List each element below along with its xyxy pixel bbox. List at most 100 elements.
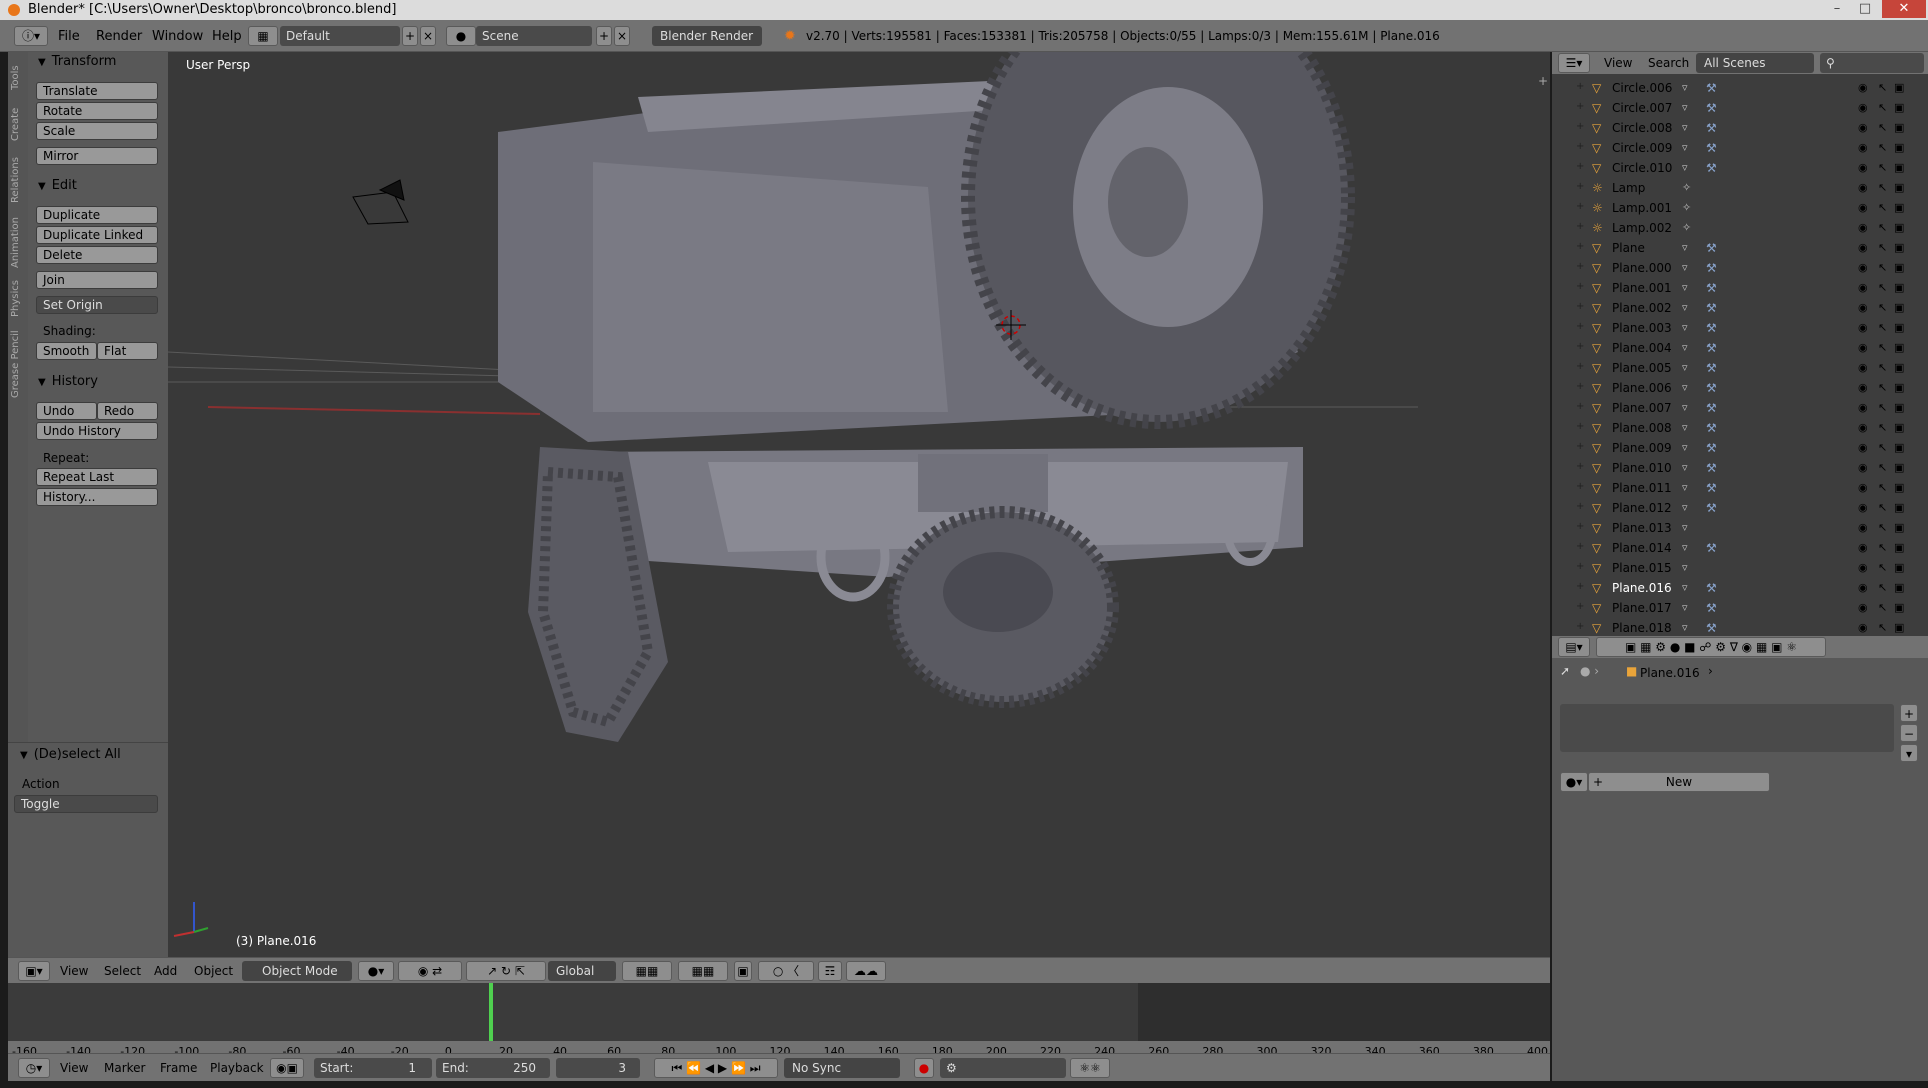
- outliner-row[interactable]: + ▽ Circle.006 ▿ ◉ ↖ ▣ ⚒: [1552, 78, 1928, 98]
- render-engine-dropdown[interactable]: Blender Render: [652, 26, 762, 46]
- outliner-row[interactable]: + ▽ Plane.016 ▿ ◉ ↖ ▣ ⚒: [1552, 578, 1928, 598]
- orientation-dropdown[interactable]: Global: [548, 961, 616, 981]
- renderability-camera-icon[interactable]: ▣: [1894, 261, 1904, 274]
- minimize-icon[interactable]: –: [1824, 0, 1850, 18]
- menu-view[interactable]: View: [1604, 56, 1632, 70]
- renderability-camera-icon[interactable]: ▣: [1894, 301, 1904, 314]
- display-mode-dropdown[interactable]: All Scenes: [1696, 53, 1814, 73]
- selectability-cursor-icon[interactable]: ↖: [1878, 161, 1887, 174]
- delete-button[interactable]: Delete: [36, 246, 158, 264]
- selectability-cursor-icon[interactable]: ↖: [1878, 601, 1887, 614]
- redo-button[interactable]: Redo: [97, 402, 158, 420]
- keying-set-field[interactable]: ⚙: [940, 1058, 1066, 1078]
- renderability-camera-icon[interactable]: ▣: [1894, 461, 1904, 474]
- tab-physics[interactable]: Physics: [10, 276, 26, 322]
- visibility-eye-icon[interactable]: ◉: [1858, 401, 1868, 414]
- screen-layout-icon[interactable]: ▦: [248, 26, 278, 46]
- undo-history-button[interactable]: Undo History: [36, 422, 158, 440]
- visibility-eye-icon[interactable]: ◉: [1858, 301, 1868, 314]
- selectability-cursor-icon[interactable]: ↖: [1878, 281, 1887, 294]
- visibility-eye-icon[interactable]: ◉: [1858, 421, 1868, 434]
- end-frame-field[interactable]: End: 250: [436, 1058, 550, 1078]
- pivot-icon[interactable]: ◉ ⇄: [398, 961, 462, 981]
- outliner-row[interactable]: + ▽ Plane.012 ▿ ◉ ↖ ▣ ⚒: [1552, 498, 1928, 518]
- outliner-row[interactable]: + ▽ Plane.013 ▿ ◉ ↖ ▣: [1552, 518, 1928, 538]
- selectability-cursor-icon[interactable]: ↖: [1878, 521, 1887, 534]
- visibility-eye-icon[interactable]: ◉: [1858, 81, 1868, 94]
- visibility-eye-icon[interactable]: ◉: [1858, 241, 1868, 254]
- close-icon[interactable]: ✕: [1882, 0, 1926, 18]
- renderability-camera-icon[interactable]: ▣: [1894, 481, 1904, 494]
- editor-type-icon[interactable]: ▣▾: [18, 961, 50, 981]
- proportional-edit-icon[interactable]: ○ 〈: [758, 961, 814, 981]
- new-material-button[interactable]: + New: [1588, 772, 1770, 792]
- selectability-cursor-icon[interactable]: ↖: [1878, 301, 1887, 314]
- outliner-row[interactable]: + ☼ Lamp.001 ✧ ◉ ↖ ▣: [1552, 198, 1928, 218]
- visibility-eye-icon[interactable]: ◉: [1858, 221, 1868, 234]
- selectability-cursor-icon[interactable]: ↖: [1878, 361, 1887, 374]
- renderability-camera-icon[interactable]: ▣: [1894, 101, 1904, 114]
- layers-2-icon[interactable]: ▦▦: [678, 961, 728, 981]
- selectability-cursor-icon[interactable]: ↖: [1878, 81, 1887, 94]
- menu-add[interactable]: Add: [154, 964, 177, 978]
- visibility-eye-icon[interactable]: ◉: [1858, 581, 1868, 594]
- menu-select[interactable]: Select: [104, 964, 141, 978]
- selectability-cursor-icon[interactable]: ↖: [1878, 241, 1887, 254]
- selectability-cursor-icon[interactable]: ↖: [1878, 401, 1887, 414]
- menu-render[interactable]: Render: [96, 29, 142, 44]
- edit-panel-header[interactable]: ▼ Edit: [38, 178, 77, 193]
- renderability-camera-icon[interactable]: ▣: [1894, 521, 1904, 534]
- renderability-camera-icon[interactable]: ▣: [1894, 421, 1904, 434]
- visibility-eye-icon[interactable]: ◉: [1858, 201, 1868, 214]
- history-button[interactable]: History...: [36, 488, 158, 506]
- rotate-button[interactable]: Rotate: [36, 102, 158, 120]
- selectability-cursor-icon[interactable]: ↖: [1878, 381, 1887, 394]
- transform-panel-header[interactable]: ▼ Transform: [38, 54, 116, 69]
- outliner-row[interactable]: + ▽ Plane.007 ▿ ◉ ↖ ▣ ⚒: [1552, 398, 1928, 418]
- selectability-cursor-icon[interactable]: ↖: [1878, 621, 1887, 634]
- renderability-camera-icon[interactable]: ▣: [1894, 441, 1904, 454]
- outliner-row[interactable]: + ▽ Circle.008 ▿ ◉ ↖ ▣ ⚒: [1552, 118, 1928, 138]
- menu-file[interactable]: File: [58, 29, 80, 44]
- renderability-camera-icon[interactable]: ▣: [1894, 161, 1904, 174]
- renderability-camera-icon[interactable]: ▣: [1894, 581, 1904, 594]
- outliner-row[interactable]: + ▽ Plane.004 ▿ ◉ ↖ ▣ ⚒: [1552, 338, 1928, 358]
- outliner-row[interactable]: + ▽ Plane.002 ▿ ◉ ↖ ▣ ⚒: [1552, 298, 1928, 318]
- menu-window[interactable]: Window: [152, 29, 203, 44]
- outliner-row[interactable]: + ▽ Plane.001 ▿ ◉ ↖ ▣ ⚒: [1552, 278, 1928, 298]
- maximize-icon[interactable]: □: [1852, 0, 1878, 18]
- add-screen-icon[interactable]: +: [402, 26, 418, 46]
- scene-icon[interactable]: ●: [446, 26, 476, 46]
- visibility-eye-icon[interactable]: ◉: [1858, 481, 1868, 494]
- selectability-cursor-icon[interactable]: ↖: [1878, 421, 1887, 434]
- duplicate-button[interactable]: Duplicate: [36, 206, 158, 224]
- outliner-row[interactable]: + ▽ Circle.009 ▿ ◉ ↖ ▣ ⚒: [1552, 138, 1928, 158]
- renderability-camera-icon[interactable]: ▣: [1894, 141, 1904, 154]
- flat-button[interactable]: Flat: [97, 342, 158, 360]
- outliner-row[interactable]: + ▽ Plane.018 ▿ ◉ ↖ ▣ ⚒: [1552, 618, 1928, 636]
- selectability-cursor-icon[interactable]: ↖: [1878, 581, 1887, 594]
- outliner-row[interactable]: + ☼ Lamp.002 ✧ ◉ ↖ ▣: [1552, 218, 1928, 238]
- add-slot-icon[interactable]: +: [1900, 704, 1918, 722]
- visibility-eye-icon[interactable]: ◉: [1858, 281, 1868, 294]
- timeline[interactable]: -160 -140 -120 -100 -80 -60 -40 -20 0 20 40 60 80 100…: [8, 983, 1550, 1058]
- layers-icon[interactable]: ▦▦: [622, 961, 672, 981]
- smooth-button[interactable]: Smooth: [36, 342, 97, 360]
- add-scene-icon[interactable]: +: [596, 26, 612, 46]
- scene-field[interactable]: Scene: [476, 26, 592, 46]
- screen-layout-field[interactable]: Default: [280, 26, 400, 46]
- visibility-eye-icon[interactable]: ◉: [1858, 161, 1868, 174]
- plus-icon[interactable]: +: [1538, 74, 1548, 88]
- renderability-camera-icon[interactable]: ▣: [1894, 561, 1904, 574]
- renderability-camera-icon[interactable]: ▣: [1894, 361, 1904, 374]
- renderability-camera-icon[interactable]: ▣: [1894, 121, 1904, 134]
- renderability-camera-icon[interactable]: ▣: [1894, 201, 1904, 214]
- material-browse-icon[interactable]: ●▾: [1560, 772, 1588, 792]
- outliner-row[interactable]: + ▽ Plane.011 ▿ ◉ ↖ ▣ ⚒: [1552, 478, 1928, 498]
- tab-create[interactable]: Create: [10, 100, 26, 148]
- render-preview-icon[interactable]: ☁☁: [846, 961, 886, 981]
- remove-slot-icon[interactable]: −: [1900, 724, 1918, 742]
- viewport-shading-icon[interactable]: ●▾: [358, 961, 394, 981]
- visibility-eye-icon[interactable]: ◉: [1858, 501, 1868, 514]
- visibility-eye-icon[interactable]: ◉: [1858, 101, 1868, 114]
